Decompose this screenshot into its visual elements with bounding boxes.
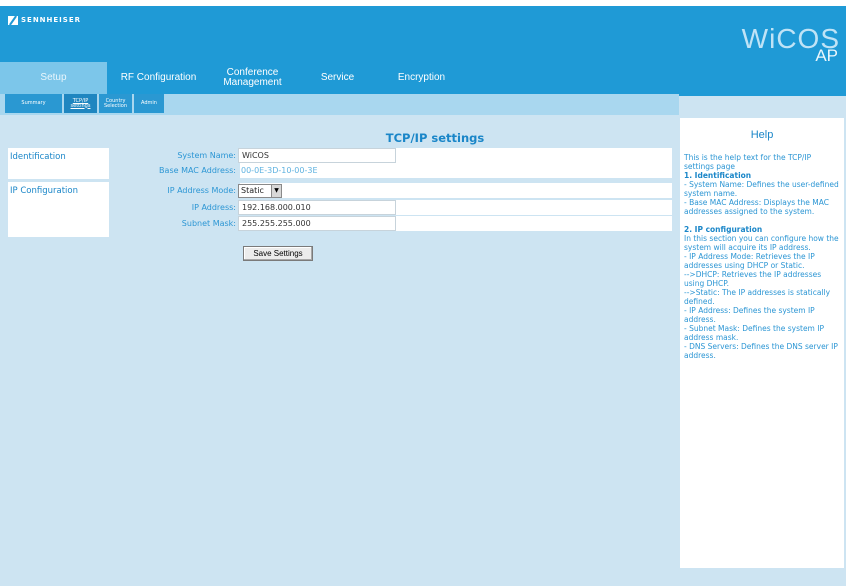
system-name-input[interactable]: WiCOS bbox=[238, 148, 396, 163]
mac-address-label: Base MAC Address: bbox=[159, 166, 236, 175]
ip-mode-value: Static bbox=[241, 186, 264, 195]
ip-mode-row: IP Address Mode: Static ▼ bbox=[120, 183, 282, 198]
help-line: - DNS Servers: Defines the DNS server IP… bbox=[684, 342, 838, 360]
subtab-country-selection[interactable]: Country Selection bbox=[99, 94, 132, 113]
help-line: - Base MAC Address: Displays the MAC add… bbox=[684, 198, 829, 216]
help-line: In this section you can configure how th… bbox=[684, 234, 839, 252]
logo-text: SENNHEISER bbox=[21, 16, 81, 24]
help-line: - IP Address Mode: Retrieves the IP addr… bbox=[684, 252, 815, 270]
help-panel: Help This is the help text for the TCP/I… bbox=[680, 118, 844, 568]
app-frame: SENNHEISER WiCOS AP Setup RF Configurati… bbox=[0, 6, 846, 586]
help-heading-identification: 1. Identification bbox=[684, 171, 752, 180]
subtab-admin[interactable]: Admin bbox=[134, 94, 164, 113]
mac-address-row: Base MAC Address: 00-0E-3D-10-00-3E bbox=[120, 163, 318, 178]
mac-address-value: 00-0E-3D-10-00-3E bbox=[241, 166, 318, 175]
help-line: - System Name: Defines the user-defined … bbox=[684, 180, 839, 198]
ip-mode-label: IP Address Mode: bbox=[167, 186, 236, 195]
row-background bbox=[240, 183, 672, 198]
chevron-down-icon[interactable]: ▼ bbox=[271, 184, 281, 197]
help-line: -->Static: The IP addresses is staticall… bbox=[684, 288, 831, 306]
ip-address-row: IP Address: 192.168.000.010 bbox=[120, 200, 396, 215]
tab-rf-configuration[interactable]: RF Configuration bbox=[107, 62, 210, 94]
brand-sub: AP bbox=[815, 46, 838, 65]
section-ip-configuration: IP Configuration bbox=[8, 182, 109, 237]
subnet-mask-input[interactable]: 255.255.255.000 bbox=[238, 216, 396, 231]
ip-mode-select[interactable]: Static ▼ bbox=[238, 183, 282, 198]
help-line: - Subnet Mask: Defines the system IP add… bbox=[684, 324, 824, 342]
sennheiser-logo: SENNHEISER bbox=[8, 15, 81, 25]
subnet-mask-label: Subnet Mask: bbox=[181, 219, 236, 228]
tab-encryption[interactable]: Encryption bbox=[380, 62, 463, 94]
sennheiser-logo-icon bbox=[8, 15, 18, 25]
tab-conference-management[interactable]: Conference Management bbox=[210, 62, 295, 94]
sub-nav-bar: Summary TCP/IP settings Country Selectio… bbox=[0, 94, 679, 115]
system-name-label: System Name: bbox=[177, 151, 236, 160]
subtab-tcpip-settings[interactable]: TCP/IP settings bbox=[64, 94, 97, 113]
subnet-mask-row: Subnet Mask: 255.255.255.000 bbox=[120, 216, 396, 231]
help-title: Help bbox=[750, 129, 774, 141]
main-tabs: Setup RF Configuration Conference Manage… bbox=[0, 62, 463, 94]
tab-service[interactable]: Service bbox=[295, 62, 380, 94]
ip-address-label: IP Address: bbox=[191, 203, 236, 212]
subtab-summary[interactable]: Summary bbox=[5, 94, 62, 113]
sub-tabs: Summary TCP/IP settings Country Selectio… bbox=[5, 94, 164, 113]
help-heading-ip-configuration: 2. IP configuration bbox=[684, 225, 763, 234]
tab-setup[interactable]: Setup bbox=[0, 62, 107, 94]
section-identification: Identification bbox=[8, 148, 109, 179]
help-line: - IP Address: Defines the system IP addr… bbox=[684, 306, 815, 324]
help-line: -->DHCP: Retrieves the IP addresses usin… bbox=[684, 270, 822, 288]
help-intro: This is the help text for the TCP/IP set… bbox=[684, 153, 812, 171]
header: SENNHEISER WiCOS AP Setup RF Configurati… bbox=[0, 6, 846, 96]
system-name-row: System Name: WiCOS bbox=[120, 148, 396, 163]
save-settings-button[interactable]: Save Settings bbox=[243, 246, 313, 261]
product-brand: WiCOS AP bbox=[742, 25, 840, 65]
ip-address-input[interactable]: 192.168.000.010 bbox=[238, 200, 396, 215]
